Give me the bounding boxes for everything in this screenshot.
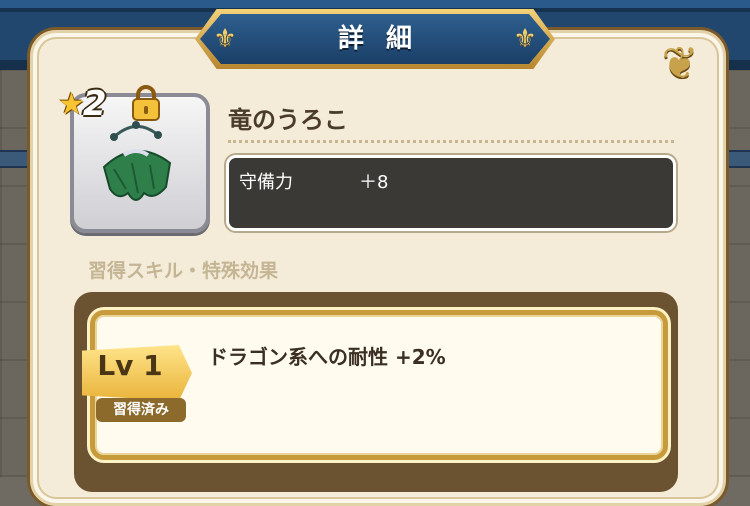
divider — [228, 140, 674, 143]
stat-value-defense: ＋8 — [359, 172, 389, 193]
page-title: 詳細 — [337, 24, 434, 54]
level-label: Lv 1 — [97, 349, 163, 382]
lock-icon[interactable] — [130, 84, 162, 122]
level-badge: Lv 1 習得済み — [82, 345, 192, 422]
stat-label-defense: 守備力 — [239, 172, 293, 193]
corner-ornament-icon: ❦ — [661, 38, 699, 89]
section-title-skills: 習得スキル・特殊効果 — [88, 260, 279, 282]
star-icon: ★ — [58, 86, 85, 122]
learned-status: 習得済み — [96, 398, 186, 422]
skill-effect-text: ドラゴン系への耐性 +2% — [208, 345, 446, 369]
rarity-value: 2 — [82, 84, 107, 124]
item-name: 竜のうろこ — [228, 106, 348, 134]
stat-box: 守備力 ＋8 — [226, 155, 676, 231]
title-banner: ⚜ ⚜ 詳細 — [175, 6, 575, 72]
rarity-badge: ★ 2 — [58, 84, 107, 124]
background-ledge-left — [0, 150, 30, 168]
